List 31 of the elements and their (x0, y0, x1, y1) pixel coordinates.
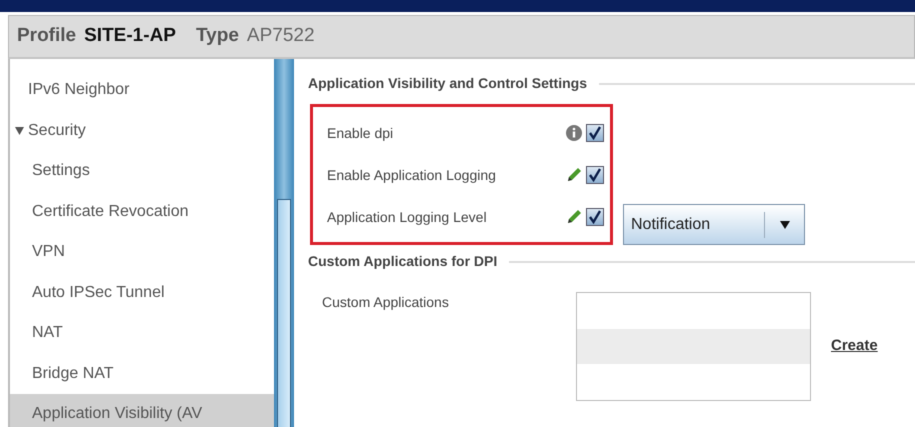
dropdown[interactable]: Notification (623, 204, 805, 245)
section-title: Application Visibility and Control Settings (308, 74, 587, 93)
section-title: Custom Applications for DPI (308, 252, 498, 271)
scrollbar[interactable] (274, 59, 294, 427)
create-link[interactable]: Create (831, 335, 878, 358)
field-label: Enable dpi (327, 124, 394, 143)
profile-label: Profile (17, 24, 76, 48)
profile-value: SITE-1-AP (84, 24, 176, 48)
sidebar-item[interactable]: IPv6 Neighbor (10, 70, 274, 110)
tree-node-label[interactable]: Security (28, 118, 86, 143)
pencil-icon (566, 167, 582, 183)
sidebar-item[interactable]: NAT (10, 313, 274, 354)
sidebar-item[interactable]: Certificate Revocation (10, 192, 274, 232)
field-label: Enable Application Logging (327, 166, 497, 185)
sidebar-item[interactable]: Auto IPSec Tunnel (10, 272, 274, 313)
sidebar-item[interactable]: Settings (10, 151, 274, 192)
sidebar-item[interactable]: Application Visibility (AV (10, 394, 274, 427)
scrollbar-thumb[interactable] (277, 199, 291, 427)
tree-node[interactable]: Security (10, 110, 274, 151)
field-label: Custom Applications (321, 293, 450, 312)
info-icon (566, 125, 582, 141)
checkbox[interactable] (586, 208, 604, 226)
pencil-icon (566, 209, 582, 225)
sidebar-item[interactable]: Bridge NAT (10, 354, 274, 394)
field-label: Application Logging Level (327, 208, 488, 227)
checkbox[interactable] (586, 166, 604, 184)
type-value: AP7522 (246, 24, 315, 48)
caret-icon[interactable] (15, 126, 24, 135)
type-label: Type (196, 24, 239, 48)
sidebar-item[interactable]: VPN (10, 232, 274, 272)
checkbox[interactable] (586, 124, 604, 142)
